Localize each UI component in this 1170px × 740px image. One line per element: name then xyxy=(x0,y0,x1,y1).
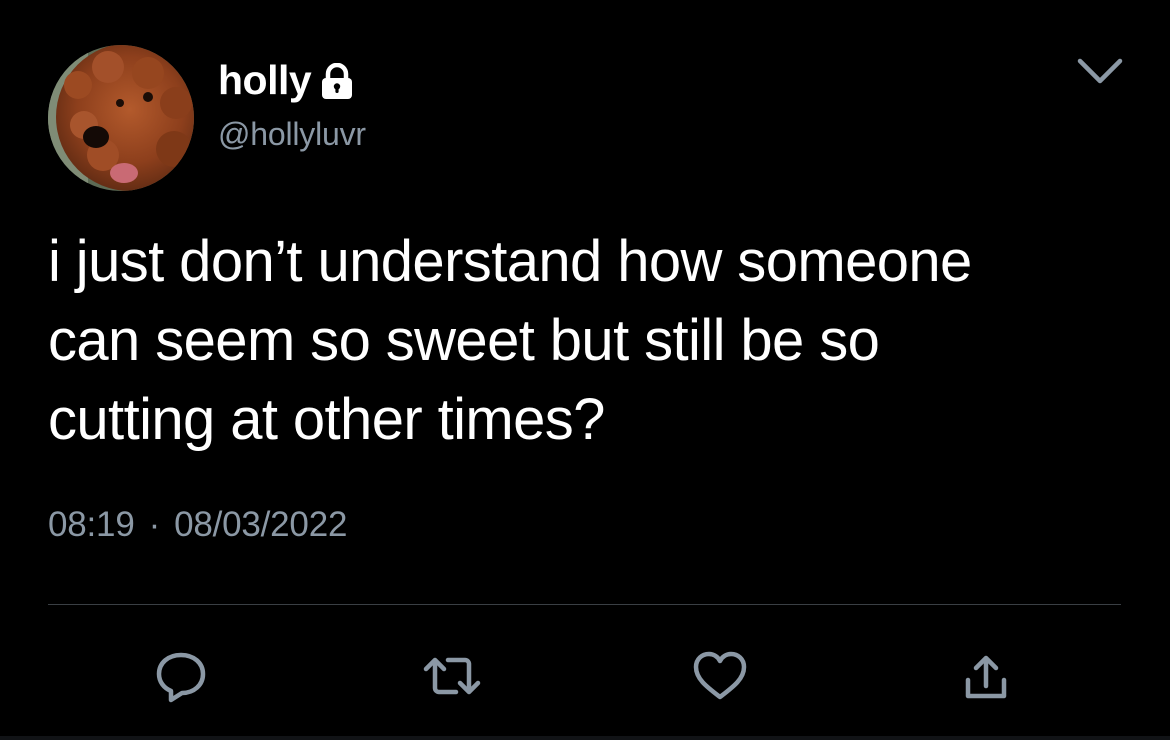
bottom-edge xyxy=(0,736,1170,740)
share-icon xyxy=(960,648,1012,709)
display-name-row: holly xyxy=(218,54,356,106)
share-button[interactable] xyxy=(954,646,1018,710)
retweet-icon xyxy=(422,650,482,707)
heart-icon xyxy=(691,649,749,708)
tweet-text: i just don’t understand how someone can … xyxy=(48,229,972,452)
reply-button[interactable] xyxy=(149,646,213,710)
action-bar xyxy=(0,636,1170,716)
tweet: holly @hollyluvr i just don’t understand… xyxy=(0,0,1170,740)
tweet-time: 08:19 xyxy=(48,505,135,544)
chevron-down-icon[interactable] xyxy=(1074,54,1126,88)
poodle-avatar-image xyxy=(48,45,194,191)
reply-icon xyxy=(152,647,210,710)
user-handle[interactable]: @hollyluvr xyxy=(218,116,366,153)
timestamp-separator: · xyxy=(148,505,161,544)
tweet-timestamp[interactable]: 08:19 · 08/03/2022 xyxy=(48,505,347,545)
avatar[interactable] xyxy=(48,45,194,191)
lock-icon xyxy=(318,62,356,101)
like-button[interactable] xyxy=(688,646,752,710)
display-name[interactable]: holly xyxy=(218,57,312,104)
retweet-button[interactable] xyxy=(420,646,484,710)
divider xyxy=(48,604,1121,605)
tweet-date: 08/03/2022 xyxy=(174,505,348,544)
